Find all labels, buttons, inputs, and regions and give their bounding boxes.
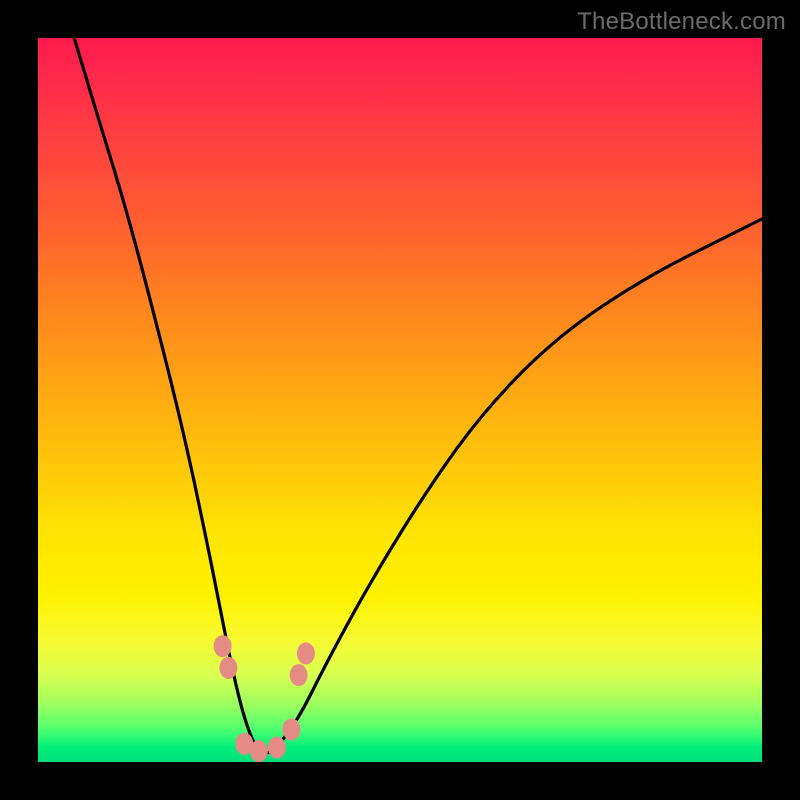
valley-right-dot xyxy=(268,737,286,759)
valley-far-right xyxy=(282,718,300,740)
chart-frame: TheBottleneck.com xyxy=(0,0,800,800)
left-lower-tick xyxy=(219,657,237,679)
plot-area xyxy=(38,38,762,762)
bottleneck-curve xyxy=(74,38,762,753)
curve-svg xyxy=(38,38,762,762)
left-upper-tick xyxy=(214,635,232,657)
right-upper-tick xyxy=(297,642,315,664)
valley-mid-dot xyxy=(250,740,268,762)
watermark-text: TheBottleneck.com xyxy=(577,8,786,36)
right-lower-tick xyxy=(290,664,308,686)
